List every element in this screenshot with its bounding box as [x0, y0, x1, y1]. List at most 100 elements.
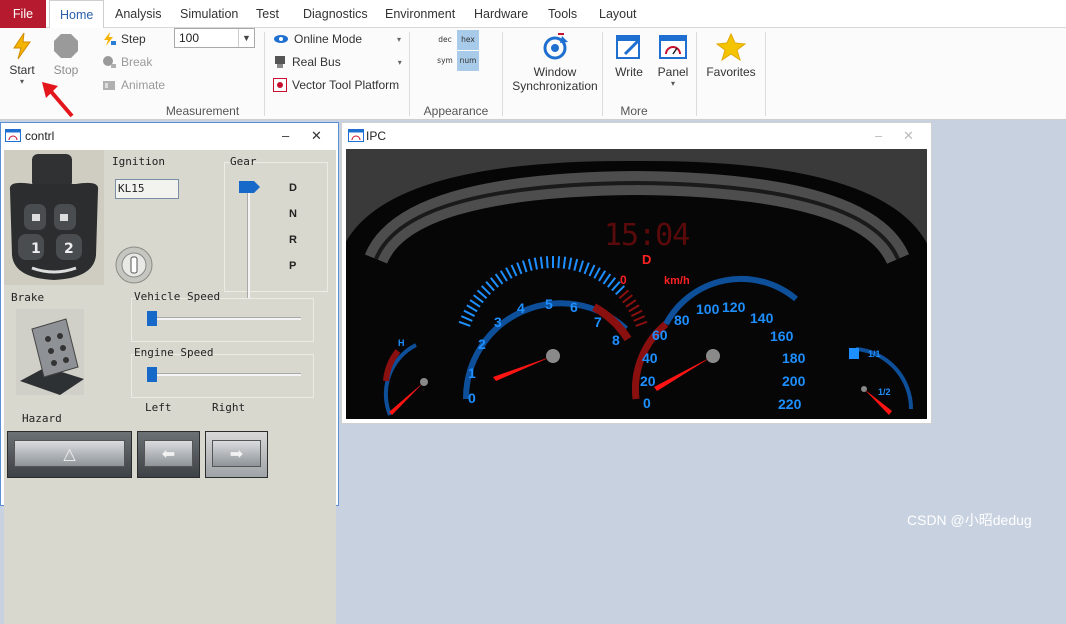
- rpm-tick-label: 8: [612, 332, 620, 348]
- start-dropdown-icon[interactable]: ▾: [4, 77, 40, 86]
- panel-window-icon: [348, 129, 364, 142]
- more-group-label: More: [620, 104, 648, 118]
- stop-button[interactable]: Stop: [50, 32, 82, 77]
- menu-home[interactable]: Home: [49, 0, 105, 29]
- speed-tick-label: 140: [750, 310, 774, 326]
- menu-layout[interactable]: Layout: [599, 0, 637, 28]
- start-label: Start: [9, 63, 35, 77]
- num-toggle[interactable]: num: [457, 51, 479, 71]
- engine-speed-slider-thumb[interactable]: [147, 367, 157, 382]
- gear-label: Gear: [230, 155, 257, 168]
- menu-simulation[interactable]: Simulation: [180, 0, 238, 28]
- right-label: Right: [212, 401, 246, 414]
- rpm-tick-label: 2: [478, 336, 486, 352]
- panel-button[interactable]: Panel ▾: [656, 32, 690, 88]
- rpm-tick-label: 5: [545, 296, 553, 312]
- right-turn-button[interactable]: ➡: [205, 431, 268, 478]
- window-synchronization-button[interactable]: Window Synchronization: [512, 32, 598, 93]
- speed-tick-label: 0: [643, 395, 651, 411]
- menu-hardware[interactable]: Hardware: [474, 0, 528, 28]
- key-fob-image: 1 2: [4, 150, 104, 285]
- rpm-tick-label: 3: [494, 314, 502, 330]
- red-arrow-icon: [42, 82, 74, 118]
- brake-pedal-image[interactable]: [16, 309, 84, 395]
- write-icon: [616, 35, 641, 59]
- rpm-tick-mark: [557, 256, 561, 269]
- fuel-needle-hub: [861, 386, 867, 392]
- engine-speed-slider-track[interactable]: [147, 373, 301, 376]
- menu-file[interactable]: File: [0, 0, 46, 28]
- clock-display: 15:04: [604, 218, 689, 253]
- speed-tick-label: 60: [652, 327, 668, 343]
- gear-option-p[interactable]: P: [289, 260, 296, 272]
- real-bus-button[interactable]: Real Bus ▾: [273, 55, 402, 69]
- fuel-pump-icon: [849, 348, 859, 359]
- menu-test[interactable]: Test: [256, 0, 279, 28]
- lightning-icon: [13, 32, 31, 60]
- star-icon: [715, 32, 747, 62]
- stop-icon: [54, 34, 78, 58]
- gear-indicator: D: [642, 252, 651, 267]
- hazard-button[interactable]: △: [7, 431, 132, 478]
- stop-label: Stop: [53, 63, 79, 77]
- ribbon-separator: [409, 32, 410, 116]
- sym-toggle[interactable]: sym: [434, 51, 456, 71]
- contrl-minimize-button[interactable]: –: [282, 123, 289, 149]
- contrl-close-button[interactable]: ✕: [311, 123, 322, 149]
- online-mode-dropdown-icon[interactable]: ▾: [397, 35, 401, 44]
- start-button[interactable]: Start ▾: [4, 32, 40, 86]
- hex-toggle[interactable]: hex: [457, 30, 479, 50]
- step-button[interactable]: Step: [102, 32, 146, 46]
- vector-tool-platform-label: Vector Tool Platform: [292, 78, 400, 92]
- menu-tools[interactable]: Tools: [548, 0, 577, 28]
- favorites-button[interactable]: Favorites: [704, 32, 758, 79]
- ribbon-separator: [602, 32, 603, 116]
- gear-slider-track[interactable]: [247, 186, 250, 298]
- gear-option-n[interactable]: N: [289, 208, 297, 220]
- gear-option-r[interactable]: R: [289, 234, 297, 246]
- speed-tick-label: 80: [674, 312, 690, 328]
- ignition-field[interactable]: KL15: [115, 179, 179, 199]
- engine-speed-label: Engine Speed: [134, 346, 214, 359]
- fuel-full-label: 1/1: [868, 349, 881, 359]
- vehicle-speed-slider-track[interactable]: [147, 317, 301, 320]
- measurement-group-label: Measurement: [165, 104, 240, 118]
- speed-tick-label: 100: [696, 301, 720, 317]
- menu-analysis[interactable]: Analysis: [115, 0, 162, 28]
- dec-toggle[interactable]: dec: [434, 30, 456, 50]
- break-button[interactable]: Break: [102, 55, 152, 69]
- gear-slider-thumb[interactable]: [239, 181, 261, 193]
- brake-label: Brake: [11, 291, 45, 304]
- animate-button[interactable]: Animate: [102, 78, 165, 92]
- left-label: Left: [145, 401, 172, 414]
- menu-environment[interactable]: Environment: [385, 0, 455, 28]
- engine-speed-groupbox: [131, 354, 314, 398]
- ipc-title-bar[interactable]: IPC: [342, 123, 931, 149]
- vehicle-speed-slider-thumb[interactable]: [147, 311, 157, 326]
- ignition-switch-icon[interactable]: [114, 245, 154, 285]
- write-button[interactable]: Write: [612, 32, 646, 79]
- left-turn-button[interactable]: ⬅: [137, 431, 200, 478]
- real-bus-dropdown-icon[interactable]: ▾: [398, 58, 402, 67]
- animate-icon: [103, 81, 115, 90]
- hazard-label: Hazard: [22, 412, 62, 425]
- favorites-label: Favorites: [706, 65, 756, 79]
- online-mode-button[interactable]: Online Mode ▾: [273, 32, 401, 46]
- write-label: Write: [615, 65, 643, 79]
- speed-combo[interactable]: 100 ▼: [174, 28, 255, 48]
- ipc-close-button[interactable]: ✕: [903, 123, 914, 149]
- menu-diagnostics[interactable]: Diagnostics: [303, 0, 368, 28]
- gear-option-d[interactable]: D: [289, 182, 297, 194]
- hazard-triangle-icon: △: [14, 440, 125, 467]
- contrl-window: contrl – ✕ 1 2 Ignition KL15 Gear D N R …: [0, 122, 339, 624]
- step-icon: [104, 32, 116, 46]
- sync-icon: [543, 33, 568, 60]
- chevron-down-icon[interactable]: ▼: [238, 29, 254, 47]
- ipc-title: IPC: [366, 129, 387, 143]
- ipc-minimize-button[interactable]: –: [875, 123, 882, 149]
- ignition-label: Ignition: [112, 155, 165, 168]
- ribbon-separator: [502, 32, 503, 116]
- vector-tool-platform-button[interactable]: Vector Tool Platform: [273, 78, 399, 92]
- speed-tick-label: 200: [782, 373, 806, 389]
- panel-dropdown-icon[interactable]: ▾: [656, 79, 690, 88]
